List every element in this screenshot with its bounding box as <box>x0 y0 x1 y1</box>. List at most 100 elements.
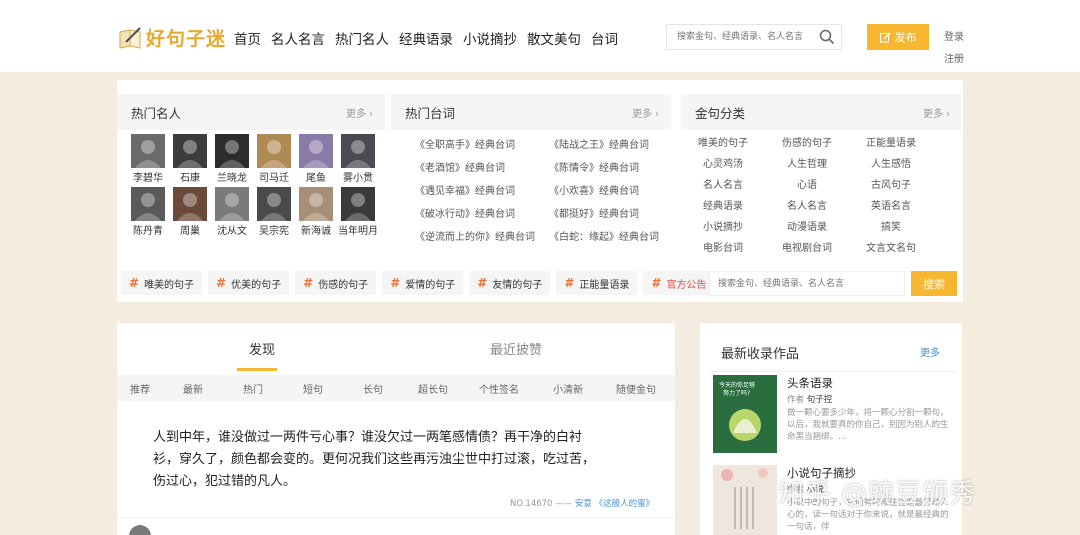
filter-tab[interactable]: 随便金句 <box>601 381 671 396</box>
post-author[interactable]: 安意 <box>575 499 592 509</box>
tag-chip[interactable]: # 官方公告 <box>643 271 715 295</box>
post-source[interactable]: 《这般人的蜜》 <box>595 499 655 509</box>
nav-home[interactable]: 首页 <box>234 28 261 48</box>
login-link[interactable]: 登录 <box>944 28 964 43</box>
nav-famous-quotes[interactable]: 名人名言 <box>271 28 325 48</box>
celeb-photo[interactable] <box>173 134 207 168</box>
filter-tab[interactable]: 最新 <box>163 381 223 396</box>
celeb-item[interactable]: 李碧华 <box>127 134 169 184</box>
tag-chip[interactable]: # 优美的句子 <box>208 271 290 295</box>
tag-chip[interactable]: # 友情的句子 <box>469 271 551 295</box>
category-link[interactable]: 心灵鸡汤 <box>681 155 765 170</box>
more-link[interactable]: 更多 › <box>629 105 659 120</box>
celeb-item[interactable]: 兰晓龙 <box>211 134 253 184</box>
tag-chip[interactable]: # 伤感的句子 <box>295 271 377 295</box>
line-link[interactable]: 《小欢喜》经典台词 <box>549 182 679 197</box>
celeb-item[interactable]: 雾小贯 <box>337 134 379 184</box>
category-link[interactable]: 动漫语录 <box>765 218 849 233</box>
line-link[interactable]: 《老酒馆》经典台词 <box>415 159 549 174</box>
celeb-name[interactable]: 尾鱼 <box>306 169 326 184</box>
celeb-name[interactable]: 新海诚 <box>301 222 331 237</box>
celeb-photo[interactable] <box>131 134 165 168</box>
line-link[interactable]: 《陆战之王》经典台词 <box>549 136 679 151</box>
filter-tab[interactable]: 热门 <box>223 381 283 396</box>
panel-search-input[interactable] <box>710 272 900 295</box>
panel-search-button[interactable]: 搜索 <box>911 271 957 296</box>
celeb-item[interactable]: 新海诚 <box>295 187 337 237</box>
filter-tab[interactable]: 长句 <box>343 381 403 396</box>
category-link[interactable]: 正能量语录 <box>849 134 933 149</box>
category-link[interactable]: 小说摘抄 <box>681 218 765 233</box>
tag-chip[interactable]: # 正能量语录 <box>556 271 638 295</box>
celeb-item[interactable]: 周巢 <box>169 187 211 237</box>
avatar[interactable] <box>129 525 151 535</box>
category-link[interactable]: 英语名言 <box>849 197 933 212</box>
line-link[interactable]: 《白蛇：缘起》经典台词 <box>549 228 679 243</box>
header-search-input[interactable] <box>667 25 815 49</box>
category-link[interactable]: 唯美的句子 <box>681 134 765 149</box>
celeb-name[interactable]: 陈丹青 <box>133 222 163 237</box>
category-link[interactable]: 人生哲理 <box>765 155 849 170</box>
tag-chip[interactable]: # 唯美的句子 <box>121 271 203 295</box>
celeb-photo[interactable] <box>299 187 333 221</box>
celeb-item[interactable]: 司马迁 <box>253 134 295 184</box>
line-link[interactable]: 《遇见幸福》经典台词 <box>415 182 549 197</box>
celeb-item[interactable]: 陈丹青 <box>127 187 169 237</box>
celeb-photo[interactable] <box>215 134 249 168</box>
celeb-item[interactable]: 沈从文 <box>211 187 253 237</box>
line-link[interactable]: 《破冰行动》经典台词 <box>415 205 549 220</box>
more-link[interactable]: 更多 › <box>343 105 373 120</box>
tab-recent-likes[interactable]: 最近披赞 <box>490 339 542 358</box>
work-item[interactable]: 今天的你足够 努力了吗? 头条语录 作者 句子控 做一颗心要多少年，将一颗心分割… <box>713 375 953 455</box>
celeb-item[interactable]: 吴宗宪 <box>253 187 295 237</box>
filter-tab[interactable]: 短句 <box>283 381 343 396</box>
tag-chip[interactable]: # 爱情的句子 <box>382 271 464 295</box>
nav-novel-excerpts[interactable]: 小说摘抄 <box>463 28 517 48</box>
celeb-name[interactable]: 沈从文 <box>217 222 247 237</box>
line-link[interactable]: 《都挺好》经典台词 <box>549 205 679 220</box>
celeb-photo[interactable] <box>341 134 375 168</box>
line-link[interactable]: 《逆流而上的你》经典台词 <box>415 228 549 243</box>
celeb-photo[interactable] <box>299 134 333 168</box>
celeb-item[interactable]: 尾鱼 <box>295 134 337 184</box>
nav-hot-celebs[interactable]: 热门名人 <box>335 28 389 48</box>
filter-tab[interactable]: 个性签名 <box>463 381 535 396</box>
category-link[interactable]: 电视剧台词 <box>765 239 849 254</box>
category-link[interactable]: 文言文名句 <box>849 239 933 254</box>
publish-button[interactable]: 发布 <box>867 24 929 50</box>
celeb-name[interactable]: 吴宗宪 <box>259 222 289 237</box>
category-link[interactable]: 名人名言 <box>681 176 765 191</box>
category-link[interactable]: 经典语录 <box>681 197 765 212</box>
celeb-name[interactable]: 石康 <box>180 169 200 184</box>
work-cover[interactable]: 今天的你足够 努力了吗? <box>713 375 777 453</box>
nav-lines[interactable]: 台词 <box>591 28 618 48</box>
category-link[interactable]: 伤感的句子 <box>765 134 849 149</box>
work-cover[interactable] <box>713 465 777 535</box>
more-link[interactable]: 更多 › <box>920 105 950 120</box>
line-link[interactable]: 《陈情令》经典台词 <box>549 159 679 174</box>
celeb-name[interactable]: 李碧华 <box>133 169 163 184</box>
celeb-item[interactable]: 当年明月 <box>337 187 379 237</box>
filter-tab[interactable]: 超长句 <box>403 381 463 396</box>
filter-tab[interactable]: 小清新 <box>535 381 601 396</box>
celeb-name[interactable]: 司马迁 <box>259 169 289 184</box>
category-link[interactable]: 名人名言 <box>765 197 849 212</box>
celeb-name[interactable]: 兰晓龙 <box>217 169 247 184</box>
celeb-name[interactable]: 当年明月 <box>338 222 378 237</box>
category-link[interactable]: 电影台词 <box>681 239 765 254</box>
celeb-photo[interactable] <box>341 187 375 221</box>
register-link[interactable]: 注册 <box>944 50 964 65</box>
site-logo[interactable]: 好句子迷 <box>118 24 226 51</box>
search-icon[interactable] <box>819 29 835 48</box>
celeb-photo[interactable] <box>257 187 291 221</box>
line-link[interactable]: 《全职高手》经典台词 <box>415 136 549 151</box>
celeb-name[interactable]: 周巢 <box>180 222 200 237</box>
category-link[interactable]: 搞笑 <box>849 218 933 233</box>
work-title[interactable]: 头条语录 <box>787 375 833 391</box>
sidebar-more-link[interactable]: 更多 <box>920 344 940 359</box>
post-card[interactable]: 人到中年，谁没做过一两件亏心事？谁没欠过一两笔感情债？再干净的白衬衫，穿久了，颜… <box>117 407 675 517</box>
category-link[interactable]: 古风句子 <box>849 176 933 191</box>
celeb-photo[interactable] <box>131 187 165 221</box>
category-link[interactable]: 人生感悟 <box>849 155 933 170</box>
celeb-photo[interactable] <box>257 134 291 168</box>
